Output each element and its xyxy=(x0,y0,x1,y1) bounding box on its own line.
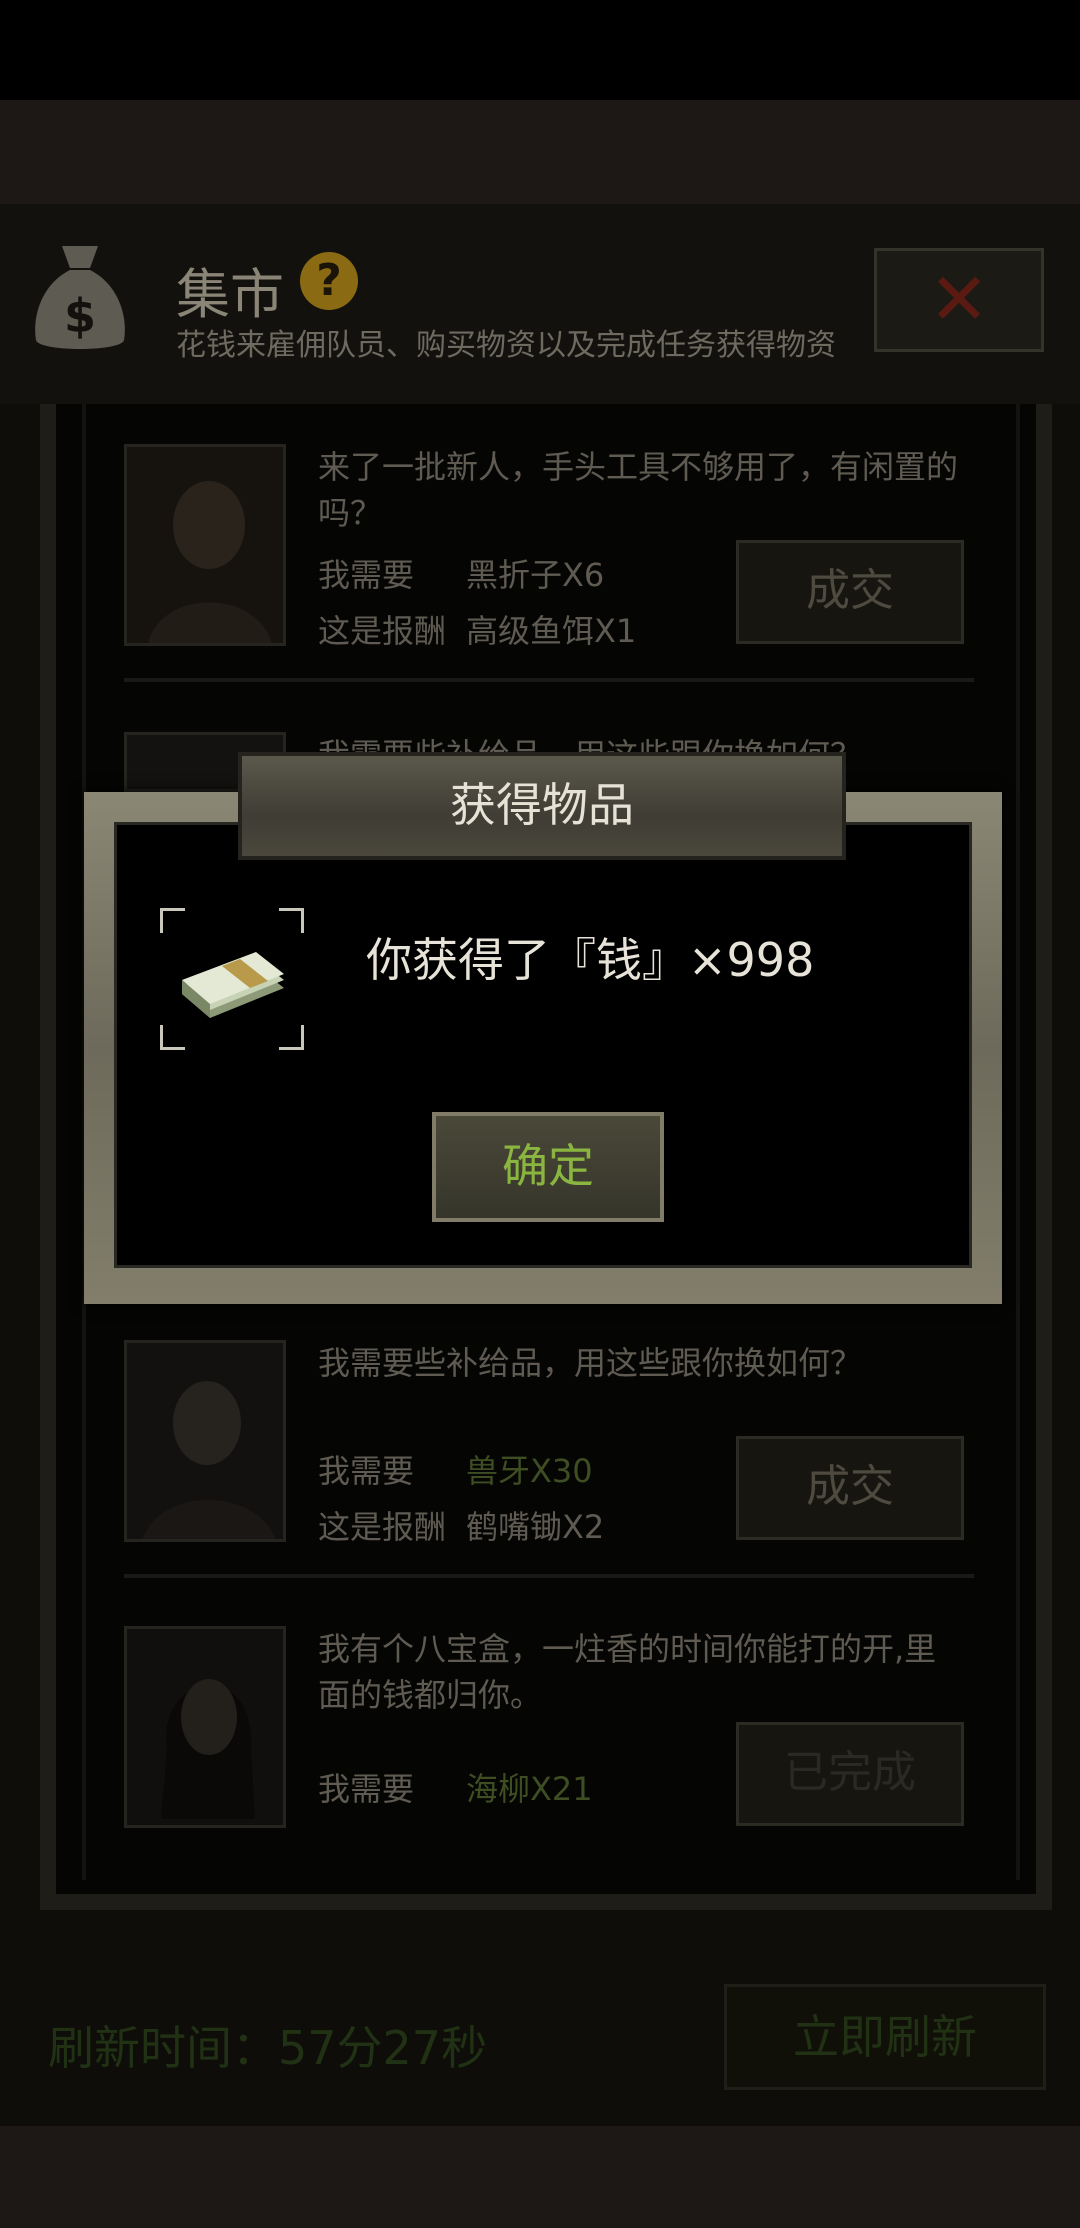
quest-description: 来了一批新人，手头工具不够用了，有闲置的吗？ xyxy=(318,448,959,532)
need-label: 我需要 xyxy=(318,1452,415,1490)
deal-button[interactable]: 成交 xyxy=(736,540,964,644)
quest-item: 来了一批新人，手头工具不够用了，有闲置的吗？ 我需要 黑折子X6 这是报酬 高级… xyxy=(124,444,984,654)
deal-button[interactable]: 成交 xyxy=(736,1436,964,1540)
need-row: 我需要 海柳X21 xyxy=(318,1764,593,1810)
reward-value: 高级鱼饵X1 xyxy=(466,612,637,650)
money-bag-icon: $ xyxy=(35,246,125,349)
top-band xyxy=(0,100,1080,204)
npc-portrait-man xyxy=(124,1340,286,1542)
quest-divider xyxy=(124,1574,974,1578)
quest-divider xyxy=(124,678,974,682)
need-value: 兽牙X30 xyxy=(466,1452,593,1490)
close-button[interactable]: ✕ xyxy=(874,248,1044,352)
market-header: $ 集市 ? 花钱来雇佣队员、购买物资以及完成任务获得物资 ✕ xyxy=(0,204,1080,404)
need-row: 我需要 黑折子X6 xyxy=(318,550,604,596)
market-title: 集市 xyxy=(176,263,284,326)
reward-message: 你获得了『钱』×998 xyxy=(366,933,815,987)
need-value: 海柳X21 xyxy=(466,1770,593,1808)
quest-item: 我有个八宝盒，一炷香的时间你能打的开,里面的钱都归你。 我需要 海柳X21 已完… xyxy=(124,1626,984,1836)
need-label: 我需要 xyxy=(318,556,415,594)
reward-row: 这是报酬 高级鱼饵X1 xyxy=(318,606,636,652)
market-subtitle: 花钱来雇佣队员、购买物资以及完成任务获得物资 xyxy=(176,328,836,363)
item-slot xyxy=(160,908,304,1050)
reward-label: 这是报酬 xyxy=(318,1508,447,1546)
quest-description: 我有个八宝盒，一炷香的时间你能打的开,里面的钱都归你。 xyxy=(318,1630,937,1714)
refresh-timer: 刷新时间：57分27秒 xyxy=(48,2021,488,2075)
completed-button[interactable]: 已完成 xyxy=(736,1722,964,1826)
refresh-now-button[interactable]: 立即刷新 xyxy=(724,1984,1046,2090)
npc-portrait-man xyxy=(124,444,286,646)
need-row: 我需要 兽牙X30 xyxy=(318,1446,593,1492)
dialog-title: 获得物品 xyxy=(238,752,846,860)
quest-description: 我需要些补给品，用这些跟你换如何？ xyxy=(318,1344,863,1382)
need-label: 我需要 xyxy=(318,1770,415,1808)
confirm-button[interactable]: 确定 xyxy=(432,1112,664,1222)
quest-item: 我需要些补给品，用这些跟你换如何？ 我需要 兽牙X30 这是报酬 鹤嘴锄X2 成… xyxy=(124,1340,984,1550)
bottom-band xyxy=(0,2126,1080,2228)
svg-text:$: $ xyxy=(64,289,96,343)
npc-portrait-woman xyxy=(124,1626,286,1828)
money-stack-icon xyxy=(182,952,284,1018)
status-bar xyxy=(0,0,1080,100)
need-value: 黑折子X6 xyxy=(466,556,605,594)
reward-value: 鹤嘴锄X2 xyxy=(466,1508,605,1546)
reward-label: 这是报酬 xyxy=(318,612,447,650)
reward-row: 这是报酬 鹤嘴锄X2 xyxy=(318,1502,604,1548)
help-icon[interactable]: ? xyxy=(300,252,358,310)
